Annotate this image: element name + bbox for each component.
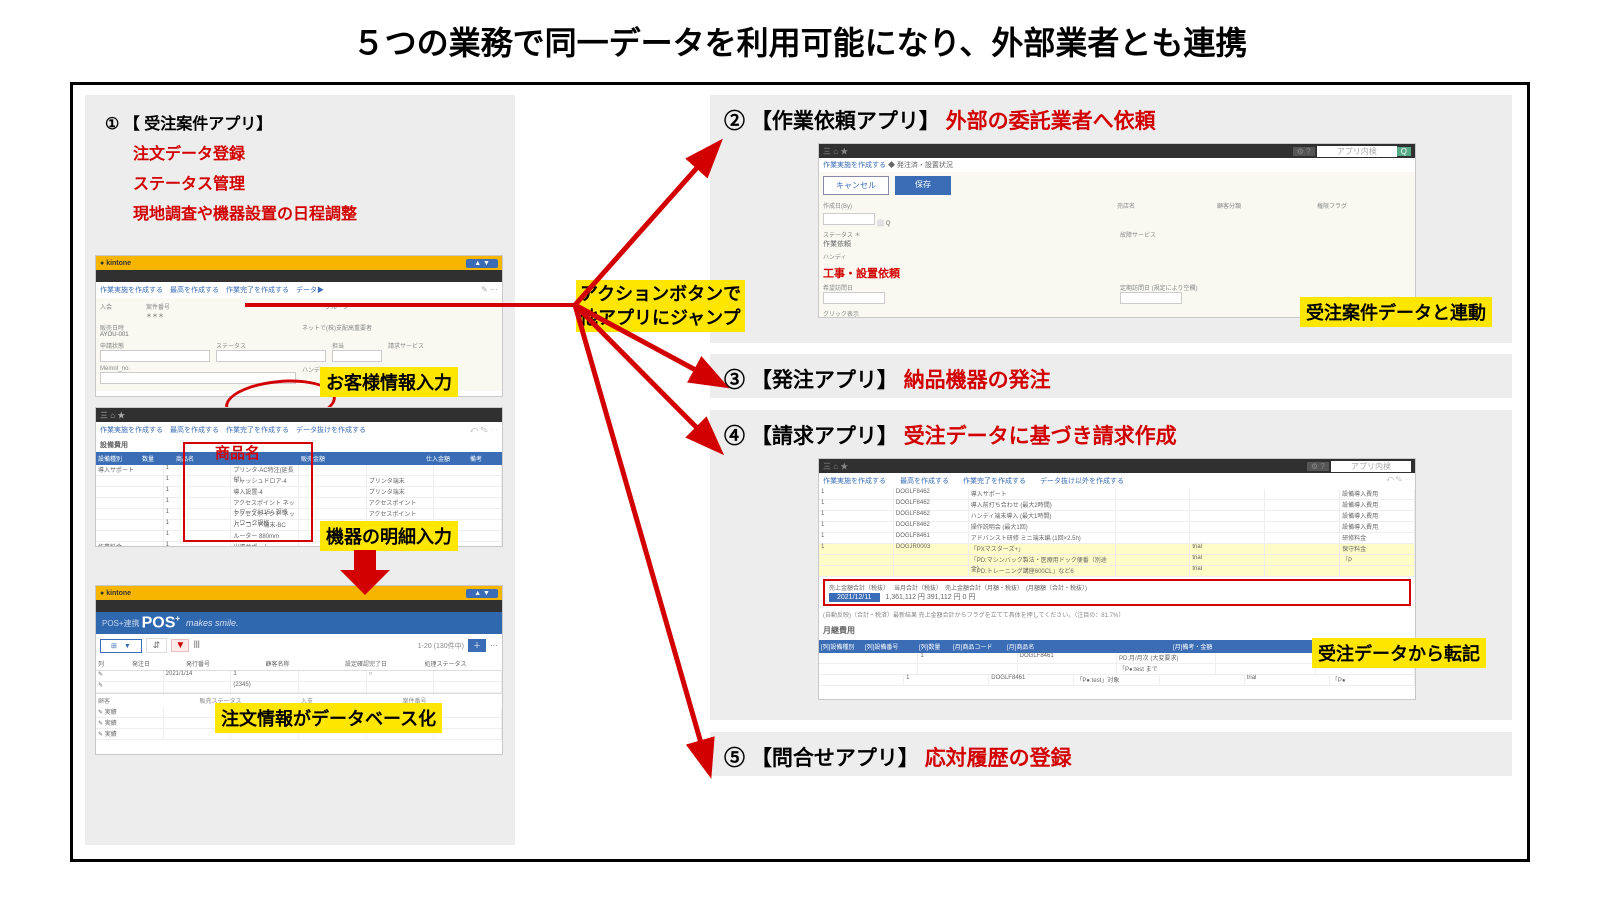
product-header-label: 商品名 <box>215 442 260 463</box>
p5-title-red: 応対履歴の登録 <box>925 747 1072 770</box>
panel-5: ⑤ 【問合せアプリ】 応対履歴の登録 <box>710 732 1512 776</box>
p5-title-black: 【問合せアプリ】 <box>751 747 919 770</box>
p4-title-red: 受注データに基づき請求作成 <box>904 425 1177 448</box>
panel-3: ③ 【発注アプリ】 納品機器の発注 <box>710 354 1512 398</box>
callout-p2: 受注案件データと連動 <box>1300 297 1492 327</box>
action-button-label: アクションボタンで 他アプリにジャンプ <box>576 280 745 332</box>
section1-bracket: 【 受注案件アプリ】 <box>124 116 272 133</box>
p3-title-black: 【発注アプリ】 <box>751 369 898 392</box>
save-button[interactable]: 保存 <box>895 176 951 195</box>
invoice-rows: 1DOGLF8462導入サポート設備導入費用1DOGLF8462導入前打ち合わせ… <box>819 489 1415 577</box>
num-3: ③ <box>724 369 745 392</box>
date-pill[interactable]: 2021/12/11 <box>829 593 880 602</box>
p4-title-black: 【請求アプリ】 <box>751 425 898 448</box>
page-title: ５つの業務で同一データを利用可能になり、外部業者とも連携 <box>0 0 1600 74</box>
callout-customer-info: お客様情報入力 <box>320 367 458 397</box>
panel-2: ② 【作業依頼アプリ】 外部の委託業者へ依頼 三 ⌂ ★⚙ ? アプリ内検Q 作… <box>710 95 1512 343</box>
left-column: ① 【 受注案件アプリ】 注文データ登録 ステータス管理 現地調査や機器設置の日… <box>85 95 515 845</box>
callout-item-detail: 機器の明細入力 <box>320 521 458 551</box>
p2-title-red: 外部の委託業者へ依頼 <box>946 110 1156 133</box>
down-arrow-icon <box>340 550 390 605</box>
p2-title-black: 【作業依頼アプリ】 <box>751 110 940 133</box>
kintone-logo: ● <box>100 260 104 267</box>
num-2: ② <box>724 110 745 133</box>
callout-database: 注文情報がデータベース化 <box>215 703 442 733</box>
callout-p4: 受注データから転記 <box>1312 638 1486 668</box>
section1-line2: ステータス管理 <box>105 170 357 200</box>
panel-4: ④ 【請求アプリ】 受注データに基づき請求作成 三 ⌂ ★⚙ ? アプリ内検 作… <box>710 410 1512 720</box>
section1-line3: 現地調査や機器設置の日程調整 <box>105 200 357 230</box>
section1-heading: ① 【 受注案件アプリ】 注文データ登録 ステータス管理 現地調査や機器設置の日… <box>105 110 357 230</box>
p3-title-red: 納品機器の発注 <box>904 369 1051 392</box>
num-5: ⑤ <box>724 747 745 770</box>
section1-line1: 注文データ登録 <box>105 140 357 170</box>
num-4: ④ <box>724 425 745 448</box>
num-1: ① <box>105 116 119 133</box>
work-section-title: 工事・設置依頼 <box>823 265 1411 281</box>
cancel-button[interactable]: キャンセル <box>823 176 889 195</box>
screenshot-work-request: 三 ⌂ ★⚙ ? アプリ内検Q 作業実施を作成する ◆ 発注済・設置状況 キャン… <box>818 143 1416 318</box>
